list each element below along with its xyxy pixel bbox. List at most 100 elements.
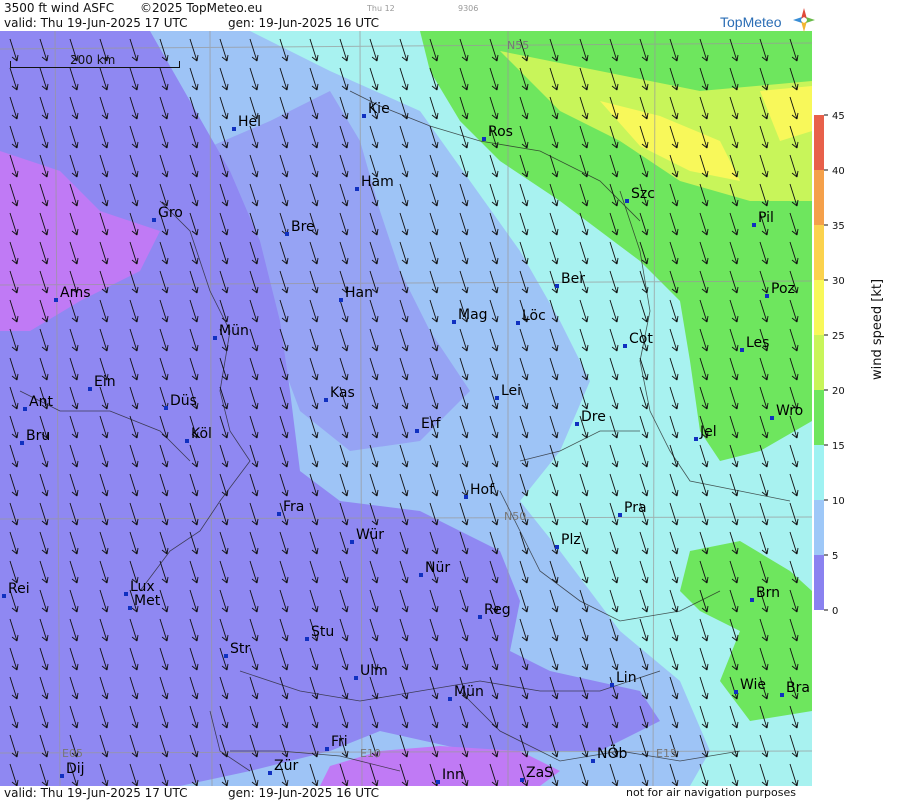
legend-tick-label: 15 — [832, 441, 845, 452]
city-marker — [224, 654, 228, 658]
legend-tick-label: 25 — [832, 331, 845, 342]
city-marker — [780, 693, 784, 697]
city-label: Nür — [425, 560, 450, 576]
legend-swatch — [814, 280, 824, 335]
city-label: Met — [134, 593, 161, 609]
legend-tick-label: 30 — [832, 276, 845, 287]
city-marker — [305, 637, 309, 641]
grid-label-n55: N55 — [507, 39, 529, 52]
city-label: ZaS — [526, 765, 553, 781]
city-label: Plz — [561, 532, 581, 548]
city-marker — [285, 232, 289, 236]
city-marker — [770, 416, 774, 420]
city-label: Bra — [786, 680, 810, 696]
city-marker — [268, 771, 272, 775]
city-marker — [740, 348, 744, 352]
city-label: Wie — [740, 677, 766, 693]
city-marker — [625, 199, 629, 203]
city-marker — [750, 598, 754, 602]
city-label: Fri — [331, 734, 348, 750]
city-marker — [355, 187, 359, 191]
color-scale: 45 40 35 30 25 20 15 10 5 0 — [814, 111, 845, 617]
city-label: Han — [345, 285, 373, 301]
city-label: Lin — [616, 670, 637, 686]
legend-tick-label: 40 — [832, 166, 845, 177]
city-label: Köl — [191, 426, 212, 442]
city-marker — [128, 606, 132, 610]
city-marker — [623, 344, 627, 348]
copyright: ©2025 TopMeteo.eu — [140, 1, 263, 15]
city-marker — [88, 387, 92, 391]
small-code: 9306 — [458, 4, 479, 13]
city-label: Ros — [488, 124, 513, 140]
city-label: Kas — [330, 385, 355, 401]
city-marker — [277, 512, 281, 516]
city-marker — [591, 759, 595, 763]
city-label: Mün — [219, 323, 249, 339]
city-marker — [765, 294, 769, 298]
city-label: Ein — [94, 374, 116, 390]
legend-title: wind speed [kt] — [870, 278, 885, 380]
footer-bar: valid: Thu 19-Jun-2025 17 UTC gen: 19-Ju… — [0, 786, 812, 801]
city-label: Kie — [368, 101, 390, 117]
city-marker — [415, 429, 419, 433]
city-label: Str — [230, 641, 250, 657]
city-marker — [185, 439, 189, 443]
city-label: Stu — [311, 624, 334, 640]
header-bar: 3500 ft wind ASFC ©2025 TopMeteo.eu Thu … — [0, 0, 812, 31]
legend-panel: TopMeteo 45 40 35 30 25 20 15 10 5 0 wind speed [… — [720, 0, 904, 801]
city-marker — [448, 697, 452, 701]
city-label: Brn — [756, 585, 780, 601]
city-label: Mün — [454, 684, 484, 700]
city-marker — [164, 406, 168, 410]
city-label: Gro — [158, 205, 183, 221]
city-label: Ams — [60, 285, 91, 301]
wind-map: Hel Kie Ros Ham Szc Gro Bre Pil Ber Ams Han Poz Mag L… — [0, 31, 812, 786]
city-marker — [54, 298, 58, 302]
legend-tick-label: 0 — [832, 606, 838, 617]
legend-tick-label: 45 — [832, 111, 845, 122]
city-label: Zür — [274, 758, 298, 774]
disclaimer: not for air navigation purposes — [626, 786, 796, 799]
city-label: Mag — [458, 307, 488, 323]
legend-swatch — [814, 555, 824, 610]
city-label: Löc — [522, 308, 546, 324]
grid-label-e15: E15 — [656, 747, 677, 760]
grid-label-e10: E10 — [360, 747, 381, 760]
city-marker — [478, 615, 482, 619]
scale-label: 200 km — [70, 53, 116, 67]
city-marker — [354, 676, 358, 680]
city-marker — [419, 573, 423, 577]
city-marker — [464, 495, 468, 499]
city-marker — [2, 594, 6, 598]
legend-swatch — [814, 335, 824, 390]
city-label: Jel — [699, 424, 717, 440]
city-label: Inn — [442, 767, 464, 783]
legend-tick-label: 35 — [832, 221, 845, 232]
city-label: Poz — [771, 281, 795, 297]
small-date: Thu 12 — [367, 4, 395, 13]
generation-time: gen: 19-Jun-2025 16 UTC — [228, 16, 380, 30]
city-marker — [325, 747, 329, 751]
city-marker — [555, 545, 559, 549]
city-label: NÖb — [597, 744, 627, 762]
city-label: Erf — [421, 416, 442, 432]
city-marker — [752, 223, 756, 227]
grid-label-n50: N50 — [504, 510, 526, 523]
footer-valid-time: valid: Thu 19-Jun-2025 17 UTC — [4, 786, 188, 800]
city-marker — [482, 137, 486, 141]
wind-field: Hel Kie Ros Ham Szc Gro Bre Pil Ber Ams Han Poz Mag L… — [0, 31, 812, 786]
city-label: Wür — [356, 527, 384, 543]
legend-swatch — [814, 115, 824, 170]
city-label: Rei — [8, 581, 30, 597]
city-label: Dre — [581, 409, 606, 425]
city-marker — [23, 407, 27, 411]
city-label: Wro — [776, 403, 803, 419]
valid-time: valid: Thu 19-Jun-2025 17 UTC — [4, 16, 188, 30]
city-marker — [20, 441, 24, 445]
legend-tick-label: 5 — [832, 551, 838, 562]
logo-text: TopMeteo — [720, 14, 782, 30]
city-marker — [610, 683, 614, 687]
city-marker — [452, 320, 456, 324]
map-title: 3500 ft wind ASFC — [4, 1, 115, 15]
